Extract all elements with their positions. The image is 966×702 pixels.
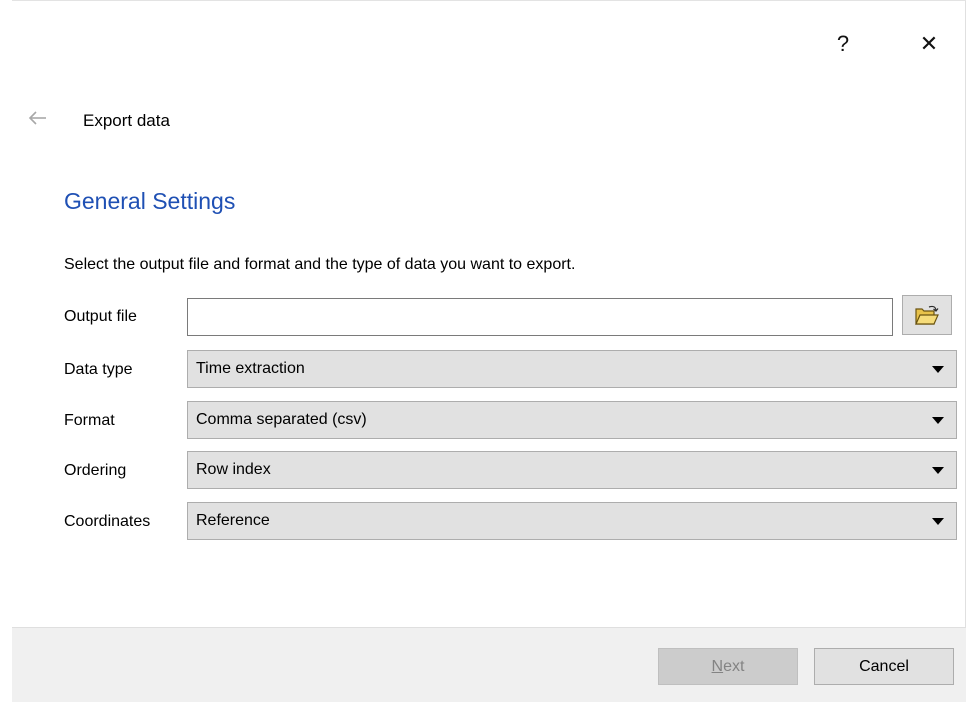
coordinates-label: Coordinates: [64, 513, 151, 530]
data-type-label: Data type: [64, 361, 133, 378]
next-button[interactable]: Next: [658, 648, 798, 685]
next-button-mnemonic: N: [711, 658, 724, 675]
instruction-text: Select the output file and format and th…: [64, 256, 576, 273]
next-button-label: ext: [723, 658, 745, 675]
chevron-down-icon: [932, 518, 944, 525]
arrow-left-icon[interactable]: [26, 106, 50, 130]
help-button[interactable]: ?: [820, 26, 866, 62]
open-folder-icon: [915, 305, 939, 325]
chevron-down-icon: [932, 366, 944, 373]
output-file-input[interactable]: [187, 298, 893, 336]
coordinates-select[interactable]: Reference: [187, 502, 957, 540]
close-button[interactable]: ✕: [906, 26, 952, 62]
format-label: Format: [64, 412, 115, 429]
wizard-page-title: Export data: [83, 111, 170, 130]
coordinates-value: Reference: [196, 512, 270, 529]
chevron-down-icon: [932, 467, 944, 474]
ordering-select[interactable]: Row index: [187, 451, 957, 489]
data-type-select[interactable]: Time extraction: [187, 350, 957, 388]
ordering-value: Row index: [196, 461, 271, 478]
dialog-left-edge: [0, 0, 12, 702]
output-file-label: Output file: [64, 308, 137, 325]
button-bar: Next Cancel: [12, 627, 966, 702]
cancel-button[interactable]: Cancel: [814, 648, 954, 685]
section-title: General Settings: [64, 188, 236, 214]
chevron-down-icon: [932, 417, 944, 424]
browse-button[interactable]: [902, 295, 952, 335]
export-data-dialog: ? ✕ Export data General Settings Select …: [0, 0, 966, 702]
format-select[interactable]: Comma separated (csv): [187, 401, 957, 439]
dialog-top-edge: [12, 0, 966, 1]
data-type-value: Time extraction: [196, 360, 305, 377]
ordering-label: Ordering: [64, 462, 127, 479]
format-value: Comma separated (csv): [196, 411, 367, 428]
